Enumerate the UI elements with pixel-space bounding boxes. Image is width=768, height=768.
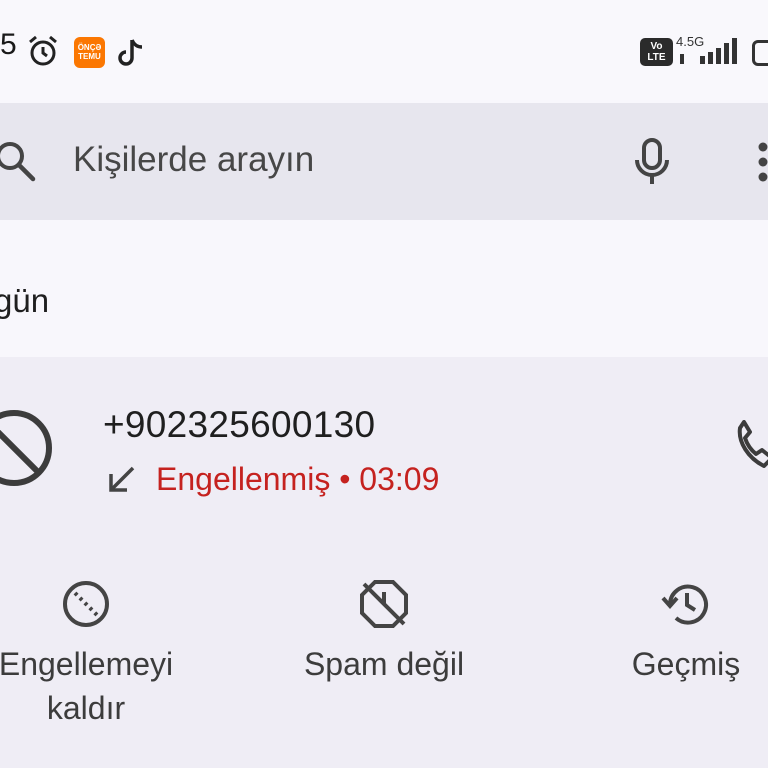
unblock-label-line2: kaldır (46, 690, 126, 726)
search-input[interactable]: Kişilerde arayın (73, 140, 314, 180)
volte-line2: LTE (647, 52, 666, 63)
caller-number: +902325600130 (103, 404, 376, 445)
more-vert-icon[interactable] (758, 142, 768, 191)
tiktok-icon (118, 36, 148, 73)
not-spam-icon (360, 580, 408, 628)
search-icon[interactable] (0, 140, 38, 189)
signal-icon (680, 38, 740, 71)
not-spam-label: Spam değil (303, 646, 465, 682)
blocked-icon (0, 406, 60, 497)
temu-label-line1: ÖNÇƏ (77, 43, 102, 52)
unblock-button[interactable]: Engellemeyi kaldır (0, 578, 196, 730)
section-header: gün (0, 282, 50, 319)
call-status: Engellenmiş • 03:09 (156, 461, 440, 497)
unblock-label-line1: Engellemeyi (0, 646, 174, 682)
phone-icon[interactable] (734, 420, 768, 477)
temu-app-icon: ÖNÇƏ TEMU (74, 37, 105, 68)
history-icon (661, 584, 708, 625)
not-spam-button[interactable]: Spam değil (284, 578, 484, 686)
microphone-icon[interactable] (632, 136, 672, 193)
volte-line1: Vo (650, 41, 663, 52)
temu-label-line2: TEMU (78, 52, 101, 61)
history-label: Geçmiş (631, 646, 741, 682)
volte-icon: Vo LTE (640, 38, 673, 66)
history-button[interactable]: Geçmiş (596, 578, 768, 686)
alarm-icon (26, 34, 60, 73)
status-time: 5 (0, 28, 17, 61)
battery-icon (752, 40, 768, 66)
unblock-icon (63, 581, 109, 627)
incoming-arrow-icon (105, 464, 137, 501)
